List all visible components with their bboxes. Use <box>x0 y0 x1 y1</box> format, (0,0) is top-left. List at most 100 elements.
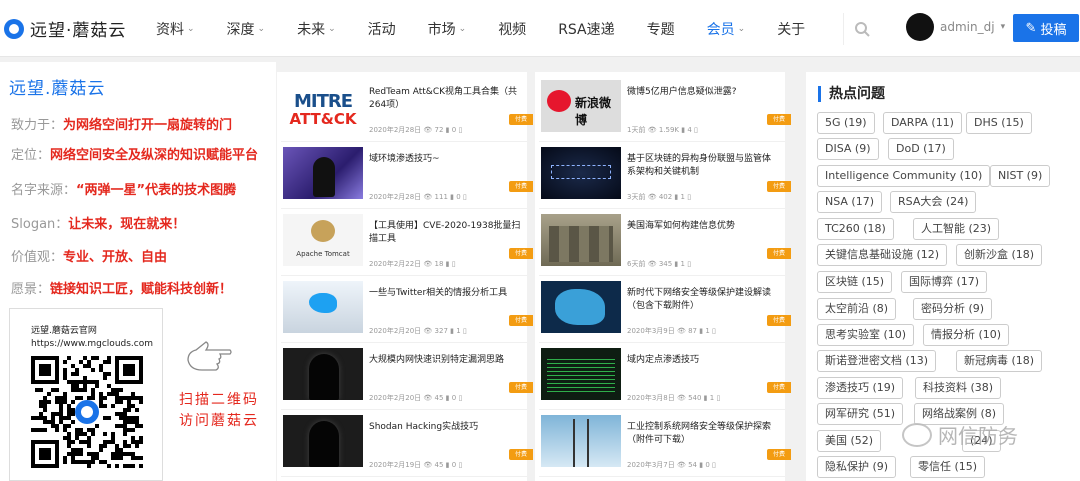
tag-item[interactable]: DARPA (11) <box>883 112 962 134</box>
soldier-thumbnail[interactable] <box>541 214 621 266</box>
dark-thumbnail[interactable] <box>283 348 363 400</box>
tower-thumbnail[interactable] <box>541 415 621 467</box>
tag-item[interactable]: 渗透技巧 (19) <box>817 377 904 399</box>
tag-item[interactable]: 情报分析 (10) <box>923 324 1010 346</box>
tag-item[interactable]: RSA大会 (24) <box>890 191 977 213</box>
article-card[interactable]: Shodan Hacking实战技巧 2020年2月19日 👁 45 ▮ 0 ▯ 付… <box>281 411 533 477</box>
article-meta: 2020年3月8日 👁 540 ▮ 1 ▯ <box>627 393 720 403</box>
tag-item[interactable]: Intelligence Community (10) <box>817 165 991 187</box>
article-title[interactable]: 工业控制系统网络安全等级保护探索（附件可下载） <box>627 421 779 447</box>
article-card[interactable]: 工业控制系统网络安全等级保护探索（附件可下载） 2020年3月7日 👁 54 ▮ … <box>539 411 791 477</box>
eye-icon: 👁 <box>674 327 689 335</box>
article-title[interactable]: 【工具使用】CVE-2020-1938批量扫描工具 <box>369 220 521 246</box>
article-date: 3天前 <box>627 193 646 201</box>
nav-item-8[interactable]: 会员 ⌄ <box>691 19 762 39</box>
mission-row: 定位：网络空间安全及纵深的知识赋能平台 <box>11 144 258 163</box>
tag-item[interactable]: TC260 (18) <box>817 218 894 240</box>
tag-item[interactable]: 新冠病毒 (18) <box>956 350 1043 372</box>
nav-item-9[interactable]: 关于 <box>761 19 821 39</box>
article-title[interactable]: 域环境渗透技巧~ <box>369 153 521 166</box>
article-title[interactable]: 大规模内网快速识别特定漏洞思路 <box>369 354 521 367</box>
article-meta: 2020年2月20日 👁 327 ▮ 1 ▯ <box>369 326 467 336</box>
tag-item[interactable]: 零信任 (15) <box>910 456 986 478</box>
user-menu[interactable]: admin_dj ▾ <box>906 13 1005 41</box>
tag-item[interactable]: 网军研究 (51) <box>817 403 904 425</box>
article-card[interactable]: 新浪微博 微博5亿用户信息疑似泄露? 1天前 👁 1.59K ▮ 4 ▯ 付费 <box>539 76 791 142</box>
nav-item-3[interactable]: 活动 <box>352 19 412 39</box>
article-card[interactable]: 基于区块链的异构身份联盟与监管体系架构和关键机制 3天前 👁 402 ▮ 1 ▯ 付… <box>539 143 791 209</box>
article-card[interactable]: 大规模内网快速识别特定漏洞思路 2020年2月20日 👁 45 ▮ 0 ▯ 付费 <box>281 344 533 410</box>
nav-item-4[interactable]: 市场 ⌄ <box>412 19 483 39</box>
nav-item-2[interactable]: 未来 ⌄ <box>281 19 352 39</box>
mission-label: 名字来源： <box>11 183 77 198</box>
tag-item[interactable]: NSA (17) <box>817 191 883 213</box>
article-card[interactable]: Apache Tomcat 【工具使用】CVE-2020-1938批量扫描工具 20… <box>281 210 533 276</box>
post-button[interactable]: ✎ 投稿 <box>1013 14 1079 42</box>
article-card[interactable]: 新时代下网络安全等级保护建设解读（包含下载附件） 2020年3月9日 👁 87 ▮… <box>539 277 791 343</box>
nav-item-0[interactable]: 资料 ⌄ <box>140 19 211 39</box>
nav-item-7[interactable]: 专题 <box>631 19 691 39</box>
tag-item[interactable]: 国际博弈 (17) <box>901 271 988 293</box>
article-title[interactable]: 基于区块链的异构身份联盟与监管体系架构和关键机制 <box>627 153 779 179</box>
file-icon: ▯ <box>456 126 463 134</box>
chain-thumbnail[interactable] <box>541 147 621 199</box>
hacker-thumbnail[interactable] <box>283 147 363 199</box>
nav-item-5[interactable]: 视频 <box>482 19 542 39</box>
like-icon: ▮ <box>701 394 710 402</box>
paid-badge: 付费 <box>509 449 533 460</box>
article-date: 2020年2月20日 <box>369 394 422 402</box>
hood-thumbnail[interactable] <box>283 415 363 467</box>
article-column-1: MITRE ATT&CK RedTeam Att&CK视角工具合集（共264项） 20… <box>277 72 533 481</box>
file-icon: ▯ <box>709 461 716 469</box>
tag-item[interactable]: DISA (9) <box>817 138 879 160</box>
article-card[interactable]: 域环境渗透技巧~ 2020年2月28日 👁 111 ▮ 0 ▯ 付费 <box>281 143 533 209</box>
tomcat-thumbnail[interactable]: Apache Tomcat <box>283 214 363 266</box>
tag-item[interactable]: 5G (19) <box>817 112 875 134</box>
article-title[interactable]: RedTeam Att&CK视角工具合集（共264项） <box>369 86 521 112</box>
tag-item[interactable]: 思考实验室 (10) <box>817 324 915 346</box>
article-date: 1天前 <box>627 126 646 134</box>
map-thumbnail[interactable] <box>541 281 621 333</box>
code-thumbnail[interactable] <box>541 348 621 400</box>
like-icon: ▮ <box>447 193 457 201</box>
tag-item[interactable]: 隐私保护 (9) <box>817 456 897 478</box>
tag-item[interactable]: 太空前沿 (8) <box>817 298 897 320</box>
article-title[interactable]: Shodan Hacking实战技巧 <box>369 421 521 434</box>
tag-item[interactable]: DHS (15) <box>966 112 1032 134</box>
article-views: 327 <box>434 327 448 335</box>
tag-item[interactable]: 关键信息基础设施 (12) <box>817 244 948 266</box>
paid-badge: 付费 <box>509 181 533 192</box>
paid-badge: 付费 <box>767 315 791 326</box>
twitter-thumbnail[interactable] <box>283 281 363 333</box>
article-title[interactable]: 域内定点渗透技巧 <box>627 354 779 367</box>
article-card[interactable]: 美国海军如何构建信息优势 6天前 👁 345 ▮ 1 ▯ 付费 <box>539 210 791 276</box>
nav-item-label: 活动 <box>367 21 396 38</box>
article-title[interactable]: 一些与Twitter相关的情报分析工具 <box>369 287 521 300</box>
tag-item[interactable]: 美国 (52) <box>817 430 882 452</box>
article-date: 2020年2月19日 <box>369 461 422 469</box>
site-logo[interactable]: 远望·蘑菇云 <box>4 16 126 41</box>
search-button[interactable] <box>843 13 879 45</box>
mission-value: 专业、开放、自由 <box>63 250 168 265</box>
article-title[interactable]: 美国海军如何构建信息优势 <box>627 220 779 233</box>
article-card[interactable]: MITRE ATT&CK RedTeam Att&CK视角工具合集（共264项） 20… <box>281 76 533 142</box>
nav-item-6[interactable]: RSA速递 <box>542 19 630 39</box>
article-card[interactable]: 域内定点渗透技巧 2020年3月8日 👁 540 ▮ 1 ▯ 付费 <box>539 344 791 410</box>
nav-item-1[interactable]: 深度 ⌄ <box>211 19 282 39</box>
tag-item[interactable]: 斯诺登泄密文档 (13) <box>817 350 937 372</box>
tag-item[interactable]: 密码分析 (9) <box>913 298 993 320</box>
article-meta: 2020年2月28日 👁 111 ▮ 0 ▯ <box>369 192 467 202</box>
mitre-thumbnail[interactable]: MITRE ATT&CK <box>283 80 363 132</box>
tag-item[interactable]: NIST (9) <box>990 165 1051 187</box>
tag-item[interactable]: 创新沙盒 (18) <box>956 244 1043 266</box>
like-icon: ▮ <box>672 193 681 201</box>
article-title[interactable]: 微博5亿用户信息疑似泄露? <box>627 86 779 99</box>
article-meta: 2020年3月9日 👁 87 ▮ 1 ▯ <box>627 326 716 336</box>
tag-item[interactable]: 区块链 (15) <box>817 271 893 293</box>
tag-item[interactable]: DoD (17) <box>888 138 954 160</box>
weibo-thumbnail[interactable]: 新浪微博 <box>541 80 621 132</box>
article-card[interactable]: 一些与Twitter相关的情报分析工具 2020年2月20日 👁 327 ▮ 1 … <box>281 277 533 343</box>
tag-item[interactable]: 科技资料 (38) <box>915 377 1002 399</box>
article-title[interactable]: 新时代下网络安全等级保护建设解读（包含下载附件） <box>627 287 779 313</box>
tag-item[interactable]: 人工智能 (23) <box>913 218 1000 240</box>
